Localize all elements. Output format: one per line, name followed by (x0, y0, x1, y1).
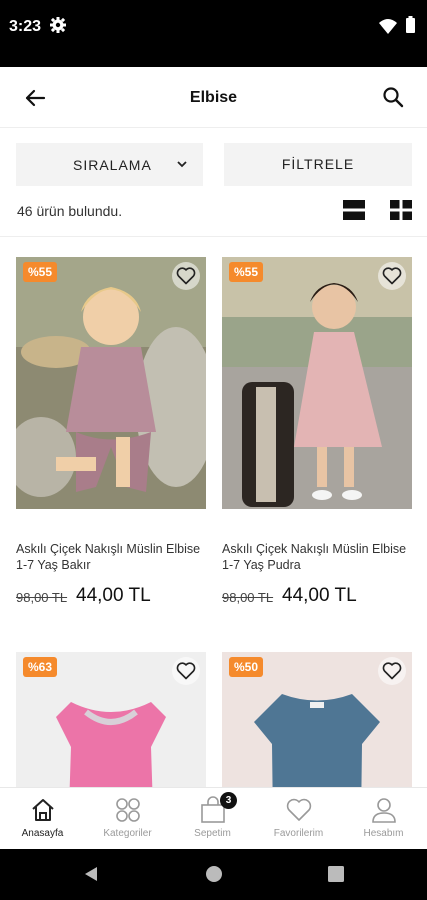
discount-badge: %50 (229, 657, 264, 677)
favorite-button[interactable] (378, 262, 406, 290)
page-title: Elbise (189, 89, 238, 106)
heart-icon (382, 662, 402, 680)
app-bar: Elbise (0, 67, 427, 128)
user-icon (372, 798, 396, 823)
product-name[interactable]: Askılı Çiçek Nakışlı Müslin Elbise 1-7 Y… (222, 541, 412, 573)
nav-favorites[interactable]: Favorilerim (256, 788, 341, 850)
nav-label: Kategoriler (103, 828, 152, 839)
product-card[interactable]: %63 (16, 652, 206, 787)
nav-categories[interactable]: Kategoriler (85, 788, 170, 850)
product-card[interactable]: %50 (222, 652, 412, 787)
product-name[interactable]: Askılı Çiçek Nakışlı Müslin Elbise 1-7 Y… (16, 541, 206, 573)
nav-label: Hesabım (363, 828, 404, 839)
grid-view-icon[interactable] (390, 200, 412, 220)
nav-label: Anasayfa (21, 828, 64, 839)
discount-badge: %55 (229, 262, 264, 282)
price: 44,00 TL (76, 585, 151, 606)
heart-icon (176, 267, 196, 285)
cart-badge: 3 (220, 792, 237, 809)
discount-badge: %63 (23, 657, 58, 677)
settings-icon (50, 17, 66, 33)
home-icon (32, 799, 54, 821)
price: 44,00 TL (282, 585, 357, 606)
discount-badge: %55 (23, 262, 58, 282)
list-view-icon[interactable] (343, 200, 365, 220)
categories-icon (116, 798, 140, 822)
result-count: 46 ürün bulundu. (17, 203, 123, 219)
nav-home[interactable]: Anasayfa (0, 788, 85, 850)
battery-icon (406, 16, 415, 33)
search-icon[interactable] (381, 85, 405, 109)
filter-button[interactable]: FİLTRELE (224, 143, 412, 186)
wifi-icon (379, 19, 397, 34)
nav-label: Favorilerim (273, 828, 324, 839)
nav-cart[interactable]: 3 Sepetim (170, 788, 255, 850)
heart-icon (176, 662, 196, 680)
system-nav-bar (0, 849, 427, 900)
product-card[interactable]: %55 Askılı Çiçek Nakışlı Müslin Elbise 1… (222, 257, 412, 617)
bottom-nav: Anasayfa Kategoriler 3 Sepetim Favoriler… (0, 787, 427, 849)
product-image[interactable] (222, 257, 412, 509)
favorite-button[interactable] (172, 657, 200, 685)
product-card[interactable]: %55 Askılı Çiçek Nakışlı Müslin Elbise 1… (16, 257, 206, 617)
old-price: 98,00 TL (16, 590, 68, 605)
nav-label: Sepetim (194, 828, 231, 839)
filter-label: FİLTRELE (281, 156, 355, 172)
favorite-button[interactable] (172, 262, 200, 290)
chevron-down-icon (177, 161, 187, 168)
favorite-button[interactable] (378, 657, 406, 685)
status-time: 3:23 (9, 18, 42, 35)
system-recents-icon[interactable] (328, 866, 344, 882)
old-price: 98,00 TL (222, 590, 274, 605)
system-home-icon[interactable] (205, 865, 223, 883)
heart-icon (286, 798, 312, 821)
sort-label: SIRALAMA (73, 157, 152, 173)
nav-account[interactable]: Hesabım (341, 788, 426, 850)
heart-icon (382, 267, 402, 285)
system-back-icon[interactable] (82, 865, 100, 883)
product-image[interactable] (16, 257, 206, 509)
status-bar: 3:23 (0, 0, 427, 67)
divider (0, 236, 427, 237)
sort-button[interactable]: SIRALAMA (16, 143, 203, 186)
